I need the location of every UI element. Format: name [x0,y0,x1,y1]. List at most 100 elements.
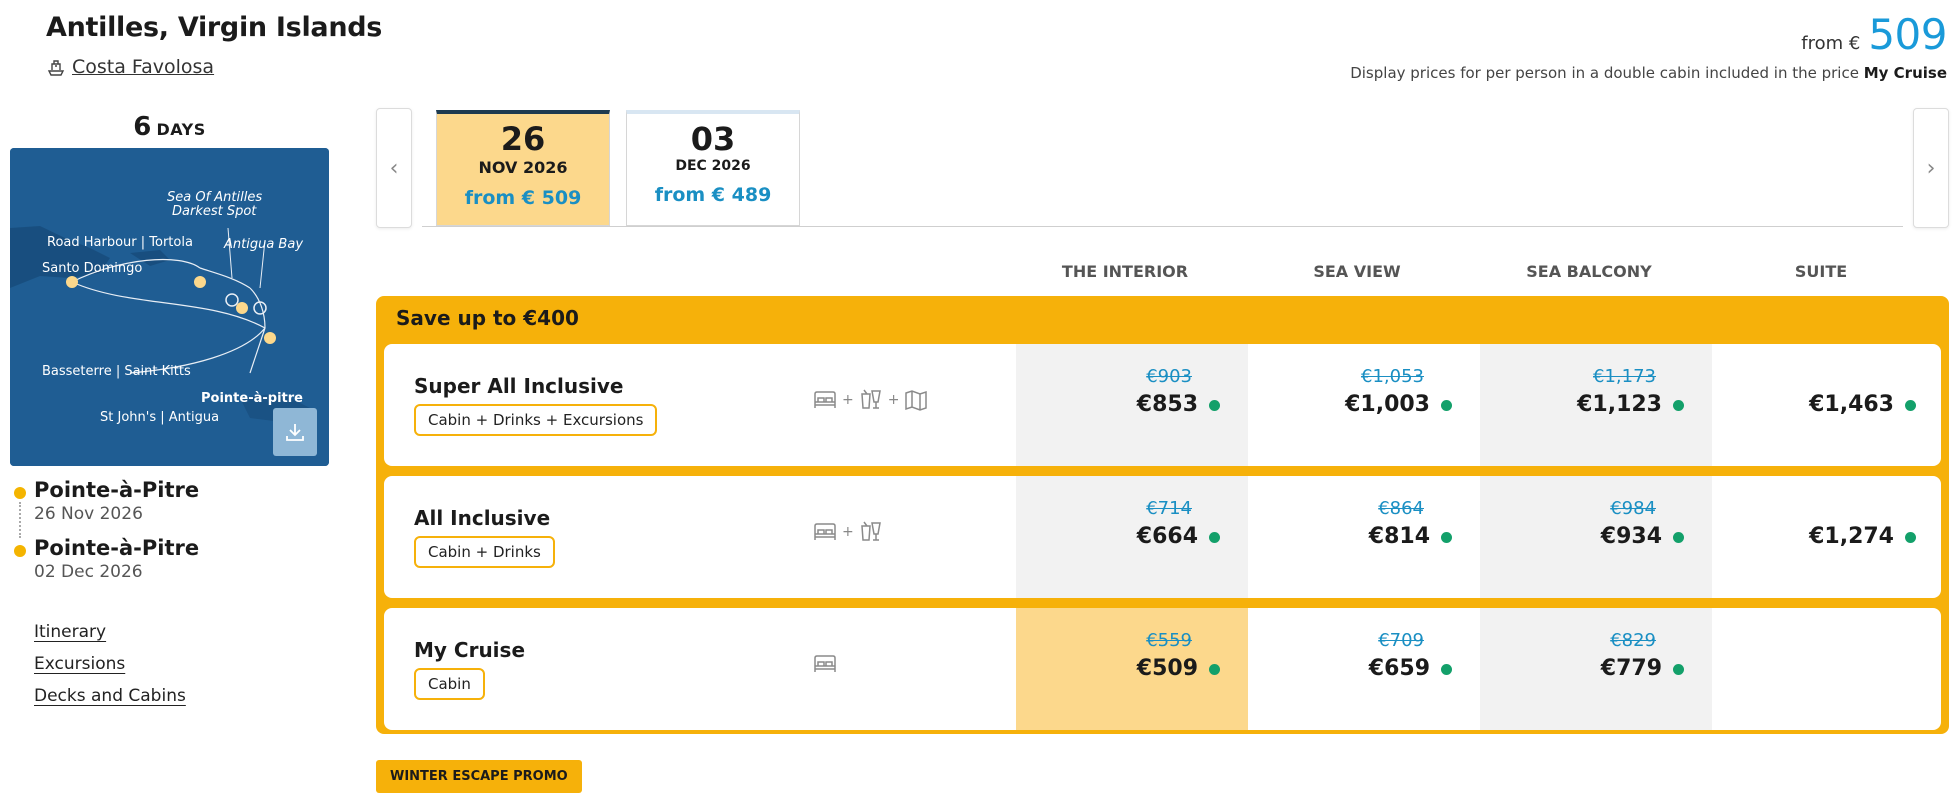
drinks-icon [860,389,881,409]
from-label: from € [1801,33,1861,54]
price-cell-interior[interactable]: €903 €853 [1016,344,1248,466]
package-tag: Cabin + Drinks + Excursions [414,404,658,436]
date-strip-divider [422,226,1903,227]
tab-month: NOV 2026 [478,158,568,177]
chevron-right-icon: › [1926,155,1936,181]
package-icons: + [812,520,884,544]
price-cell-sea-view[interactable]: €864 €814 [1248,476,1480,598]
availability-dot [1905,400,1916,411]
availability-dot [1905,532,1916,543]
download-map-button[interactable] [273,408,317,456]
chevron-left-icon: ‹ [389,155,399,181]
old-price: €903 [1146,366,1192,387]
ship-link[interactable]: Costa Favolosa [46,56,214,78]
old-price: €1,053 [1361,366,1424,387]
package-icons: + + [812,388,929,412]
bed-icon [814,391,836,408]
package-tag: Cabin [414,668,485,700]
old-price: €714 [1146,498,1192,519]
col-head-sea-view: SEA VIEW [1313,262,1401,281]
route-departure: Pointe-à-Pitre 26 Nov 2026 [14,478,200,538]
promo-title: Save up to €400 [396,306,579,330]
route-pin-icon [14,545,26,557]
itinerary-map[interactable]: Sea Of Antilles Darkest Spot Road Harbou… [10,148,329,466]
next-date-button[interactable]: › [1913,108,1949,228]
ship-name[interactable]: Costa Favolosa [72,56,214,78]
plus-sign: + [842,392,854,408]
link-decks-cabins[interactable]: Decks and Cabins [34,686,186,706]
date-tab-dec-03[interactable]: 03 DEC 2026 from € 489 [626,110,800,226]
availability-dot [1441,664,1452,675]
new-price: €664 [1136,524,1198,549]
old-price: €1,173 [1593,366,1656,387]
map-label-st-johns: St John's | Antigua [100,410,220,425]
price-cell-suite[interactable]: €1,274 [1712,476,1941,598]
map-label-basseterre: Basseterre | Saint Kitts [42,364,191,379]
excursion-map-icon [905,390,928,411]
new-price: €1,003 [1345,392,1430,417]
bed-icon [814,655,836,672]
date-tab-nov-26[interactable]: 26 NOV 2026 from € 509 [436,110,610,226]
price-cell-interior[interactable]: €714 €664 [1016,476,1248,598]
price-cell-sea-balcony[interactable]: €984 €934 [1480,476,1712,598]
route-arrival: Pointe-à-Pitre 02 Dec 2026 [14,536,199,582]
from-value: 509 [1868,10,1947,59]
old-price: €559 [1146,630,1192,651]
days-number: 6 [133,112,152,142]
plus-sign: + [887,392,900,408]
arrival-port: Pointe-à-Pitre [34,536,200,560]
link-excursions[interactable]: Excursions [34,654,186,674]
departure-port: Pointe-à-Pitre [34,478,200,502]
route-pin-icon [14,487,26,499]
route-connector [19,502,21,538]
side-links: Itinerary Excursions Decks and Cabins [34,622,186,718]
from-price: from € 509 [1801,10,1947,59]
availability-dot [1673,664,1684,675]
package-row-super-all-inclusive: Super All Inclusive Cabin + Drinks + Exc… [384,344,1941,466]
departure-date: 26 Nov 2026 [34,504,143,524]
package-icons [812,652,838,676]
new-price: €779 [1600,656,1662,681]
old-price: €984 [1610,498,1656,519]
availability-dot [1209,664,1220,675]
price-cell-sea-balcony[interactable]: €1,173 €1,123 [1480,344,1712,466]
price-cell-sea-view[interactable]: €709 €659 [1248,608,1480,730]
plus-sign: + [842,524,854,540]
package-name: My Cruise [414,638,526,662]
availability-dot [1673,400,1684,411]
availability-dot [1441,532,1452,543]
date-selector: ‹ 26 NOV 2026 from € 509 03 DEC 2026 fro… [376,108,1949,230]
package-tag: Cabin + Drinks [414,536,555,568]
ship-icon [46,57,66,77]
map-label-road-harbour: Road Harbour | Tortola [47,235,193,250]
price-cell-suite[interactable]: €1,463 [1712,344,1941,466]
promo-price-table: Save up to €400 Super All Inclusive Cabi… [376,296,1949,734]
price-cell-suite-empty [1712,608,1941,730]
new-price: €1,463 [1809,392,1894,417]
new-price: €659 [1368,656,1430,681]
new-price: €1,123 [1577,392,1662,417]
old-price: €864 [1378,498,1424,519]
col-head-suite: SUITE [1794,262,1848,281]
col-head-interior: THE INTERIOR [1061,262,1189,281]
package-name: All Inclusive [414,506,551,530]
package-name: Super All Inclusive [414,374,624,398]
prev-date-button[interactable]: ‹ [376,108,412,228]
price-cell-interior-selected[interactable]: €559 €509 [1016,608,1248,730]
price-cell-sea-balcony[interactable]: €829 €779 [1480,608,1712,730]
old-price: €829 [1610,630,1656,651]
tab-day: 03 [690,120,736,158]
tab-day: 26 [500,120,546,158]
tab-from-price: from € 489 [654,184,772,206]
tab-from-price: from € 509 [464,187,582,209]
price-cell-sea-view[interactable]: €1,053 €1,003 [1248,344,1480,466]
download-icon [286,424,304,441]
new-price: €509 [1136,656,1198,681]
cabin-type-headers: THE INTERIOR SEA VIEW SEA BALCONY SUITE [1009,262,1947,281]
new-price: €934 [1600,524,1662,549]
map-label-darkest-spot: Darkest Spot [172,204,257,219]
new-price: €1,274 [1809,524,1894,549]
map-label-pointe: Pointe-à-pitre [201,391,303,406]
link-itinerary[interactable]: Itinerary [34,622,186,642]
availability-dot [1209,532,1220,543]
